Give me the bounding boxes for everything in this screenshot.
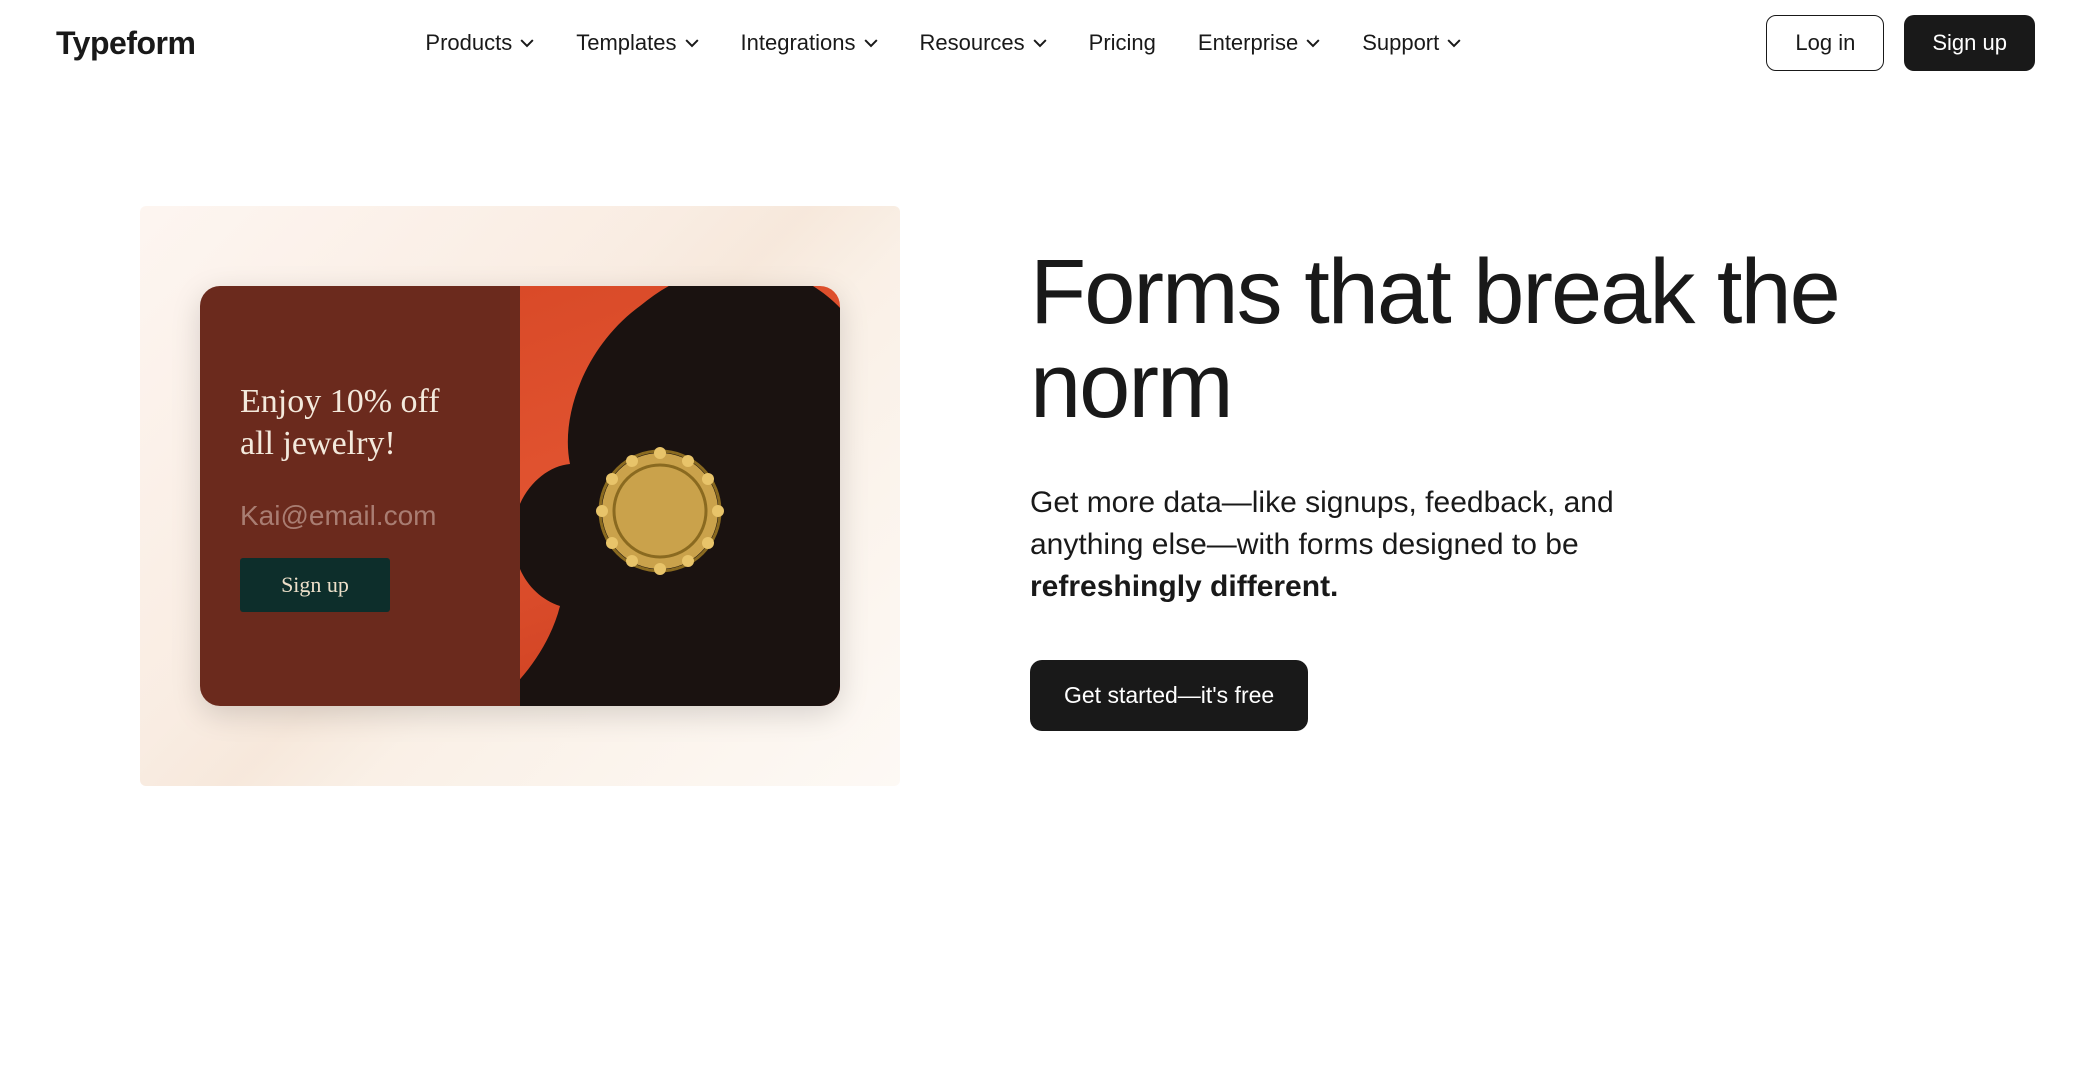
nav-pricing[interactable]: Pricing: [1089, 30, 1156, 56]
nav-resources[interactable]: Resources: [920, 30, 1047, 56]
logo[interactable]: Typeform: [56, 25, 195, 62]
example-card-image: [520, 286, 840, 706]
nav-label: Support: [1362, 30, 1439, 56]
nav-integrations[interactable]: Integrations: [741, 30, 878, 56]
nav-label: Resources: [920, 30, 1025, 56]
site-header: Typeform Products Templates Integrations…: [0, 0, 2091, 86]
auth-buttons: Log in Sign up: [1766, 15, 2035, 71]
hero-title: Forms that break the norm: [1030, 246, 1951, 434]
hero-copy: Forms that break the norm Get more data—…: [1030, 206, 1951, 731]
chevron-down-icon: [864, 36, 878, 50]
hero-illustration: Enjoy 10% off all jewelry! Kai@email.com…: [140, 206, 900, 786]
nav-label: Pricing: [1089, 30, 1156, 56]
nav-support[interactable]: Support: [1362, 30, 1461, 56]
nav-enterprise[interactable]: Enterprise: [1198, 30, 1320, 56]
nav-label: Products: [425, 30, 512, 56]
example-form-card: Enjoy 10% off all jewelry! Kai@email.com…: [200, 286, 840, 706]
chevron-down-icon: [1306, 36, 1320, 50]
nav-products[interactable]: Products: [425, 30, 534, 56]
example-card-title: Enjoy 10% off all jewelry!: [240, 381, 480, 466]
chevron-down-icon: [1447, 36, 1461, 50]
person-silhouette-icon: [520, 286, 840, 706]
example-card-left: Enjoy 10% off all jewelry! Kai@email.com…: [200, 286, 520, 706]
example-email-placeholder: Kai@email.com: [240, 500, 480, 532]
primary-nav: Products Templates Integrations Resource…: [425, 30, 1461, 56]
nav-label: Integrations: [741, 30, 856, 56]
login-button[interactable]: Log in: [1766, 15, 1884, 71]
hero-subtitle-text: Get more data—like signups, feedback, an…: [1030, 486, 1614, 561]
nav-label: Templates: [576, 30, 676, 56]
chevron-down-icon: [520, 36, 534, 50]
get-started-button[interactable]: Get started—it's free: [1030, 660, 1308, 731]
example-signup-button: Sign up: [240, 558, 390, 612]
hero-section: Enjoy 10% off all jewelry! Kai@email.com…: [0, 86, 2091, 786]
chevron-down-icon: [685, 36, 699, 50]
nav-label: Enterprise: [1198, 30, 1298, 56]
hero-subtitle-bold: refreshingly different.: [1030, 570, 1338, 603]
hero-subtitle: Get more data—like signups, feedback, an…: [1030, 482, 1670, 608]
nav-templates[interactable]: Templates: [576, 30, 698, 56]
signup-button[interactable]: Sign up: [1904, 15, 2035, 71]
chevron-down-icon: [1033, 36, 1047, 50]
